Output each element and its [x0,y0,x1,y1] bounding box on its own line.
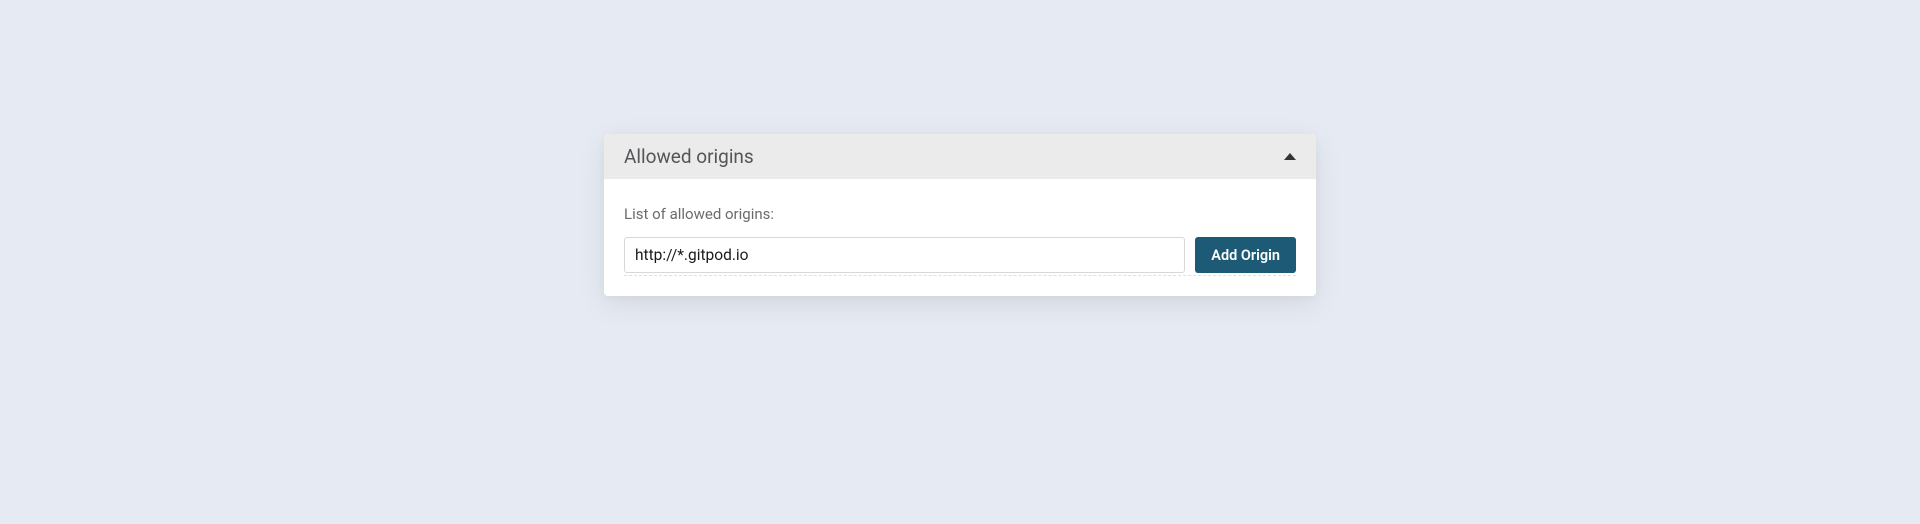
panel-title: Allowed origins [624,145,754,168]
allowed-origins-panel: Allowed origins List of allowed origins:… [604,134,1316,296]
list-label: List of allowed origins: [624,205,1296,223]
collapse-up-icon [1284,153,1296,160]
input-underline [624,275,1296,276]
panel-header[interactable]: Allowed origins [604,134,1316,179]
panel-body: List of allowed origins: Add Origin [604,179,1316,296]
origin-input-row: Add Origin [624,237,1296,273]
add-origin-button[interactable]: Add Origin [1195,237,1296,273]
origin-input[interactable] [624,237,1185,273]
